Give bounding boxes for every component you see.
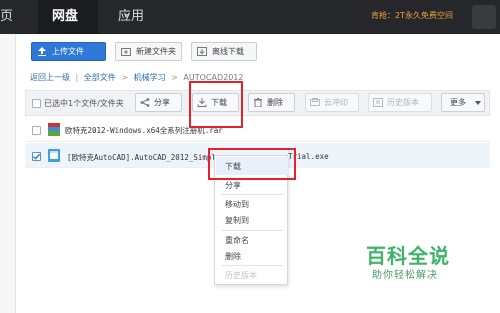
file-name[interactable]: [欧特克AutoCAD].AutoCAD_2012_Simpl — [67, 152, 216, 163]
watermark-title: 百科全说 — [366, 244, 450, 268]
menu-separator — [221, 230, 283, 231]
menu-separator — [221, 265, 283, 266]
row-checkbox[interactable] — [32, 126, 41, 135]
cloud-print-button[interactable]: 云冲印 — [305, 93, 359, 112]
breadcrumb-all-files[interactable]: 全部文件 — [84, 73, 116, 82]
trash-icon — [254, 98, 262, 107]
watermark-subtitle: 助你轻松解决 — [372, 270, 438, 281]
menu-item-copy[interactable]: 复制到 — [225, 215, 249, 226]
new-folder-button[interactable]: 新建文件夹 — [115, 42, 182, 61]
select-all-checkbox[interactable] — [32, 99, 41, 108]
menu-item-share[interactable]: 分享 — [225, 180, 241, 191]
selection-count: 已选中1个文件/文件夹 — [44, 99, 124, 108]
menu-item-history: 历史版本 — [225, 271, 257, 280]
upload-button[interactable]: 上传文件 — [31, 42, 106, 61]
avatar[interactable] — [472, 5, 496, 29]
more-dropdown[interactable]: 更多 — [441, 93, 485, 112]
nav-netdisk[interactable]: 网盘 — [38, 0, 130, 34]
history-icon — [373, 98, 383, 107]
row-checkbox-checked[interactable] — [32, 152, 41, 161]
archive-file-icon — [48, 123, 60, 136]
share-button[interactable]: 分享 — [135, 93, 182, 112]
exe-file-icon — [48, 149, 60, 162]
history-version-button[interactable]: 历史版本 — [368, 93, 432, 112]
upload-icon — [38, 47, 46, 56]
table-row[interactable]: 欧特克2012-Windows.x64全系列注册机.rar — [25, 117, 490, 142]
share-icon — [140, 98, 150, 107]
chevron-down-icon — [475, 101, 481, 105]
offline-download-button[interactable]: 离线下载 — [191, 42, 257, 61]
new-folder-icon — [121, 48, 131, 56]
download-highlight-box — [189, 81, 243, 128]
top-nav: 页 网盘 应用 肯抢：2T永久免费空间 — [0, 0, 500, 34]
menu-item-delete[interactable]: 删除 — [225, 251, 241, 262]
delete-button[interactable]: 删除 — [248, 93, 295, 112]
nav-home[interactable]: 页 — [0, 0, 30, 34]
cloud-print-icon — [310, 98, 320, 106]
menu-separator — [221, 194, 283, 195]
menu-item-rename[interactable]: 重命名 — [225, 235, 249, 246]
breadcrumb-folder1[interactable]: 机械学习 — [134, 73, 166, 82]
promo-text[interactable]: 肯抢：2T永久免费空间 — [371, 10, 453, 21]
offline-download-icon — [197, 47, 207, 56]
menu-item-move[interactable]: 移动到 — [225, 199, 249, 210]
check-icon — [33, 153, 41, 160]
menu-download-highlight-box — [208, 148, 296, 180]
back-link[interactable]: 返回上一级 — [30, 73, 70, 82]
nav-apps[interactable]: 应用 — [104, 0, 154, 34]
left-sidebar — [0, 34, 16, 313]
breadcrumb-arrow: > — [171, 73, 178, 82]
breadcrumb-arrow: > — [121, 73, 129, 82]
breadcrumb-separator: | — [75, 73, 79, 82]
